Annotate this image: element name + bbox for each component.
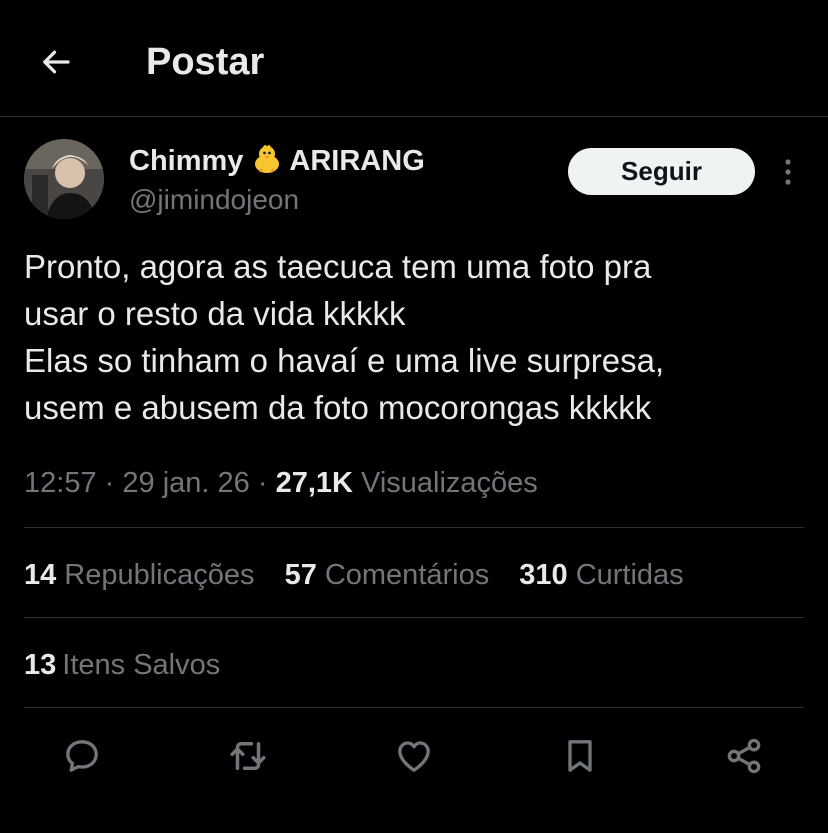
views-count: 27,1K xyxy=(275,467,353,499)
bookmark-icon xyxy=(568,740,592,772)
avatar-photo xyxy=(24,139,104,219)
more-vertical-icon xyxy=(785,159,791,185)
comments-count: 57 xyxy=(284,559,317,591)
bookmarks-stat[interactable]: 13 Itens Salvos xyxy=(24,646,220,684)
more-options-button[interactable] xyxy=(774,152,802,192)
tweet-text: Pronto, agora as taecuca tem uma foto pr… xyxy=(24,243,814,431)
arrow-left-icon xyxy=(43,50,70,74)
bookmarks-count: 13 xyxy=(24,649,57,681)
tweet-line: usar o resto da vida kkkkk xyxy=(24,295,406,332)
comments-stat[interactable]: 57 Comentários xyxy=(285,556,490,594)
like-button[interactable] xyxy=(390,732,438,780)
author-handle[interactable]: @jimindojeon xyxy=(129,182,299,218)
tweet-line: Elas so tinham o havaí e uma live surpre… xyxy=(24,342,665,379)
repost-button[interactable] xyxy=(224,732,272,780)
reply-icon xyxy=(66,740,98,772)
views-label: Visualizações xyxy=(361,467,538,499)
comments-label: Comentários xyxy=(324,559,490,591)
author-name[interactable]: Chimmy ARIRANG xyxy=(129,143,425,183)
tweet-meta: 12:57 · 29 jan. 26 · 27,1K Visualizações xyxy=(24,463,538,503)
tweet-line: Pronto, agora as taecuca tem uma foto pr… xyxy=(24,248,652,285)
author-name-suffix: ARIRANG xyxy=(289,145,425,177)
likes-count: 310 xyxy=(519,559,568,591)
follow-button[interactable]: Seguir xyxy=(568,148,755,195)
reposts-count: 14 xyxy=(24,559,57,591)
separator: · xyxy=(104,467,115,499)
avatar[interactable] xyxy=(24,139,104,219)
like-icon xyxy=(398,741,430,772)
back-button[interactable] xyxy=(32,38,80,86)
reposts-stat[interactable]: 14 Republicações xyxy=(24,556,255,594)
reply-button[interactable] xyxy=(58,732,106,780)
divider xyxy=(24,527,804,528)
tweet-date[interactable]: 29 jan. 26 xyxy=(122,467,249,499)
top-bar: Postar xyxy=(0,0,828,117)
repost-icon xyxy=(230,742,266,770)
likes-stat[interactable]: 310 Curtidas xyxy=(519,556,683,594)
separator: · xyxy=(257,467,268,499)
divider xyxy=(24,617,804,618)
share-icon xyxy=(727,738,761,774)
likes-label: Curtidas xyxy=(575,559,684,591)
baby-chick-icon xyxy=(251,144,283,183)
bookmark-button[interactable] xyxy=(556,732,604,780)
divider xyxy=(24,707,804,708)
tweet-line: usem e abusem da foto mocorongas kkkkk xyxy=(24,389,652,426)
page-title: Postar xyxy=(146,41,265,83)
share-button[interactable] xyxy=(720,732,768,780)
engagement-stats: 14 Republicações 57 Comentários 310 Curtida… xyxy=(24,556,706,594)
reposts-label: Republicações xyxy=(64,559,255,591)
tweet-time[interactable]: 12:57 xyxy=(24,467,97,499)
author-display-name: Chimmy xyxy=(129,145,244,177)
action-bar xyxy=(0,732,828,780)
bookmarks-label: Itens Salvos xyxy=(62,649,221,681)
